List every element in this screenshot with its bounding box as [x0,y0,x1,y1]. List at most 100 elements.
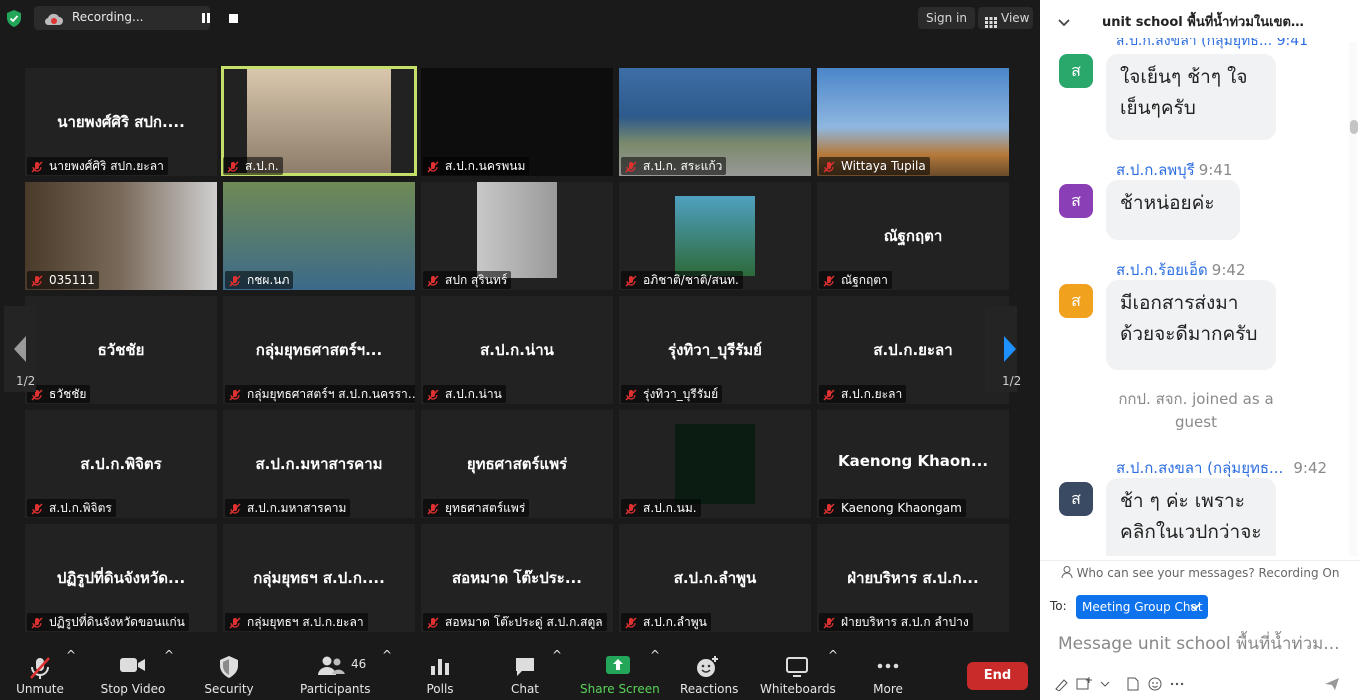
participant-display-name: ฝ่ายบริหาร ส.ป.ก... [847,569,979,587]
participants-button[interactable]: 46 Participants [300,648,371,700]
muted-mic-icon [427,502,439,517]
participant-nametag: ส.ป.ก.น่าน [423,385,506,403]
participant-name: ส.ป.ก.ยะลา [841,387,903,401]
participant-tile[interactable]: ส.ป.ก.มหาสารคาม ส.ป.ก.มหาสารคาม [223,410,415,518]
participant-tile[interactable]: กชผ.นภ [223,182,415,290]
participant-nametag: สปก สุรินทร์ [423,271,512,289]
screenshot-options-chevron-icon[interactable] [1100,676,1110,695]
view-button[interactable]: View [978,7,1033,29]
muted-mic-icon [625,616,637,631]
stop-video-button[interactable]: Stop Video [98,648,168,700]
chat-scrollbar[interactable] [1349,42,1358,556]
participant-tile[interactable]: ณัฐกฤตา ณัฐกฤตา [817,182,1009,290]
more-label: More [873,682,903,696]
participant-name: ส.ป.ก.มหาสารคาม [247,501,347,515]
muted-mic-icon [823,388,835,403]
participant-tile[interactable]: กลุ่มยุทธศาสตร์ฯ... กลุ่มยุทธศาสตร์ฯ ส.ป.… [223,296,415,404]
unmute-label: Unmute [16,682,64,696]
more-dots-icon[interactable] [1170,676,1184,695]
message-line: ด้วยจะดีมากครับ [1120,323,1258,345]
file-icon[interactable] [1126,676,1140,695]
more-button[interactable]: More [866,648,910,700]
muted-mic-icon [427,388,439,403]
share-options-caret[interactable]: ^ [650,648,660,700]
participant-tile[interactable]: 035111 [25,182,217,290]
encryption-shield-icon[interactable] [6,10,22,27]
participant-tile[interactable]: สอหมาด โต๊ะประ... สอหมาด โต๊ะประดู่ ส.ป.ก… [421,524,613,632]
message-input[interactable]: Message unit school พื้นที่น้ำท่วม... [1058,630,1348,657]
participant-nametag: ฝ่ายบริหาร ส.ป.ก ลำปาง [819,613,973,631]
visibility-notice[interactable]: Who can see your messages? Recording On [1040,560,1360,585]
chat-message: มีเอกสารส่งมา ด้วยจะดีมากครับ [1106,280,1276,370]
video-camera-icon [120,656,146,677]
reactions-label: Reactions [680,682,739,696]
muted-mic-icon [229,502,241,517]
participant-nametag: ส.ป.ก.ยะลา [819,385,907,403]
participant-tile[interactable]: ส.ป.ก.นครพนม [421,68,613,176]
participant-tile[interactable]: ยุทธศาสตร์แพร่ ยุทธศาสตร์แพร่ [421,410,613,518]
participant-tile[interactable]: Wittaya Tupila [817,68,1009,176]
participant-name: รุ่งทิวา_บุรีรัมย์ [643,387,719,401]
participant-tile[interactable]: ธวัชชัย ธวัชชัย [25,296,217,404]
participant-name: ฝ่ายบริหาร ส.ป.ก ลำปาง [841,615,969,629]
recipient-dropdown[interactable]: Meeting Group Chat [1076,595,1208,619]
participant-name: กลุ่มยุทธฯ ส.ป.ก.ยะลา [247,615,364,629]
reactions-button[interactable]: Reactions [680,648,739,700]
audio-options-caret[interactable]: ^ [66,648,76,700]
message-time: 9:42 [1293,459,1328,477]
emoji-icon[interactable] [1148,676,1162,695]
security-button[interactable]: Security [202,648,256,700]
polls-button[interactable]: Polls [418,648,462,700]
format-text-icon[interactable] [1054,676,1070,695]
participant-tile[interactable]: ปฏิรูปที่ดินจังหวัด... ปฏิรูปที่ดินจังหวั… [25,524,217,632]
video-feed [477,182,557,278]
shield-icon [219,656,239,681]
screenshot-icon[interactable] [1076,676,1092,695]
whiteboards-label: Whiteboards [760,682,836,696]
video-options-caret[interactable]: ^ [164,648,174,700]
participant-tile[interactable]: ฝ่ายบริหาร ส.ป.ก... ฝ่ายบริหาร ส.ป.ก ลำปา… [817,524,1009,632]
participant-name: นายพงศ์ศิริ สปก.ยะลา [49,159,164,173]
participant-tile[interactable]: สปก สุรินทร์ [421,182,613,290]
participant-tile[interactable]: ส.ป.ก. [221,66,417,176]
end-meeting-button[interactable]: End [967,662,1028,690]
participant-tile[interactable]: Kaenong Khaon... Kaenong Khaongam [817,410,1009,518]
send-icon[interactable] [1324,676,1340,695]
whiteboards-options-caret[interactable]: ^ [828,648,838,700]
participants-options-caret[interactable]: ^ [382,648,392,700]
participant-nametag: ส.ป.ก.พิจิตร [27,499,116,517]
participant-nametag: สอหมาด โต๊ะประดู่ ส.ป.ก.สตูล [423,613,607,631]
chat-scroll-thumb[interactable] [1350,120,1358,134]
participant-name: ธวัชชัย [49,387,87,401]
cloud-record-icon [44,11,64,30]
sender-label: ส.ป.ก.ลพบุรี [1116,161,1195,179]
participant-tile[interactable]: ส.ป.ก.พิจิตร ส.ป.ก.พิจิตร [25,410,217,518]
chat-options-caret[interactable]: ^ [552,648,562,700]
participant-name: ส.ป.ก.นครพนม [445,159,526,173]
share-screen-button[interactable]: Share Screen [580,648,660,700]
muted-mic-icon [427,616,439,631]
collapse-chevron-icon[interactable] [1058,12,1070,31]
view-label: View [1001,11,1030,25]
participant-tile[interactable]: นายพงศ์ศิริ สปก.... นายพงศ์ศิริ สปก.ยะลา [25,68,217,176]
participant-nametag: กลุ่มยุทธศาสตร์ฯ ส.ป.ก.นครราช... [225,385,415,403]
participant-tile[interactable]: ส.ป.ก.น่าน ส.ป.ก.น่าน [421,296,613,404]
participant-tile[interactable]: ส.ป.ก.ลำพูน ส.ป.ก.ลำพูน [619,524,811,632]
participant-tile[interactable]: ส.ป.ก. สระแก้ว [619,68,811,176]
chat-button[interactable]: Chat [500,648,550,700]
sender-avatar: ส [1059,184,1093,218]
sign-in-button[interactable]: Sign in [918,7,975,29]
recording-indicator: Recording... [34,6,238,30]
participant-tile[interactable]: อภิชาติ/ชาติ/สนท. [619,182,811,290]
muted-mic-icon [823,616,835,631]
stop-recording-button[interactable] [222,6,246,30]
participant-tile[interactable]: ส.ป.ก.นม. [619,410,811,518]
participant-tile[interactable]: กลุ่มยุทธฯ ส.ป.ก.... กลุ่มยุทธฯ ส.ป.ก.ยะล… [223,524,415,632]
participant-tile[interactable]: ส.ป.ก.ยะลา ส.ป.ก.ยะลา [817,296,1009,404]
unmute-button[interactable]: Unmute [10,648,70,700]
person-icon [1061,562,1073,586]
pause-recording-button[interactable] [194,6,218,30]
whiteboards-button[interactable]: Whiteboards [760,648,836,700]
participant-tile[interactable]: รุ่งทิวา_บุรีรัมย์ รุ่งทิวา_บุรีรัมย์ [619,296,811,404]
participant-nametag: รุ่งทิวา_บุรีรัมย์ [621,385,723,403]
